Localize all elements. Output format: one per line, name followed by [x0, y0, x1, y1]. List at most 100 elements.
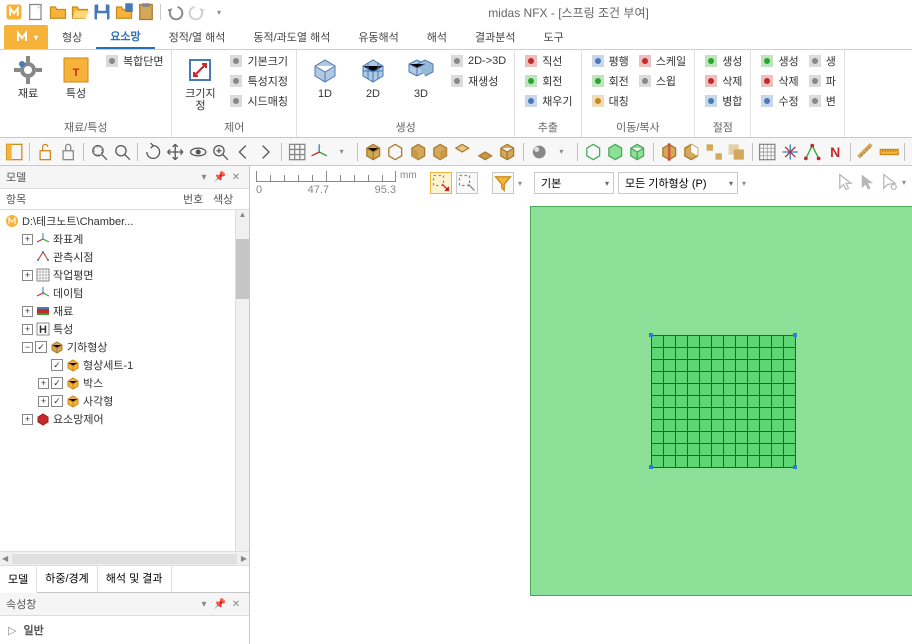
canvas-geometry[interactable]	[530, 206, 912, 596]
open-folder-icon[interactable]	[70, 2, 90, 22]
생성-button[interactable]: 생성	[701, 52, 744, 70]
mesh-node[interactable]	[793, 333, 797, 337]
tree-item-데이텀[interactable]: 데이텀	[2, 284, 247, 302]
expand-icon[interactable]: +	[22, 234, 33, 245]
tab-mesh[interactable]: 요소망	[96, 25, 154, 49]
복합단면-button[interactable]: 복합단면	[102, 52, 165, 70]
cursor2-icon[interactable]	[858, 172, 878, 192]
tree-item-좌표계[interactable]: +좌표계	[2, 230, 247, 248]
view-bottom-icon[interactable]	[475, 141, 495, 163]
삭제-button[interactable]: 삭제	[757, 72, 800, 90]
shade-icon[interactable]	[529, 141, 549, 163]
회전-button[interactable]: 회전	[588, 72, 631, 90]
2D-button[interactable]: 2D	[351, 52, 395, 102]
view-left-icon[interactable]	[408, 141, 428, 163]
tab-shape[interactable]: 형상	[48, 25, 96, 49]
수정-button[interactable]: 수정	[757, 92, 800, 110]
axis-dropdown-icon[interactable]: ▾	[331, 141, 351, 163]
1D-button[interactable]: 1D	[303, 52, 347, 102]
tab-tools[interactable]: 도구	[530, 25, 578, 49]
props-dropdown-icon[interactable]: ▾	[197, 597, 211, 611]
생-button[interactable]: 생	[805, 52, 838, 70]
expand-icon[interactable]: +	[22, 324, 33, 335]
app-icon[interactable]	[4, 2, 24, 22]
panel-close-icon[interactable]: ✕	[229, 170, 243, 184]
mesh-shrink-icon[interactable]	[780, 141, 800, 163]
open-icon[interactable]	[48, 2, 68, 22]
3D-button[interactable]: 3D	[399, 52, 443, 102]
tree-root[interactable]: D:\테크노트\Chamber...	[2, 212, 247, 230]
expand-icon[interactable]: +	[22, 270, 33, 281]
직선-button[interactable]: 직선	[521, 52, 574, 70]
viewport[interactable]: 0 47.7 95.3 mm ▾ 기본 모든 기하형상 (P) ▾ ▾	[250, 166, 912, 644]
measure-icon[interactable]	[856, 141, 876, 163]
props-pin-icon[interactable]: 📌	[213, 597, 227, 611]
tree-item-사각형[interactable]: +사각형	[2, 392, 247, 410]
view-right-icon[interactable]	[430, 141, 450, 163]
cursor3-icon[interactable]	[880, 172, 900, 192]
대칭-button[interactable]: 대칭	[588, 92, 631, 110]
mesh-node[interactable]	[649, 465, 653, 469]
tab-results[interactable]: 결과분석	[461, 25, 529, 49]
checkbox[interactable]	[35, 341, 47, 353]
explode-icon[interactable]	[704, 141, 724, 163]
scrollbar-thumb[interactable]	[236, 239, 249, 299]
재생성-button[interactable]: 재생성	[447, 72, 508, 90]
wire-shade-icon[interactable]	[627, 141, 647, 163]
lock-open-icon[interactable]	[35, 141, 55, 163]
tree-item-박스[interactable]: +박스	[2, 374, 247, 392]
tab-dynamic[interactable]: 동적/과도열 해석	[239, 25, 344, 49]
tab-analysis[interactable]: 해석	[413, 25, 461, 49]
특성-button[interactable]: T특성	[54, 52, 98, 102]
select-mode2-icon[interactable]	[456, 172, 478, 194]
canvas-mesh[interactable]	[651, 335, 795, 467]
mesh-vis-icon[interactable]	[757, 141, 777, 163]
삭제-button[interactable]: 삭제	[701, 72, 744, 90]
변-button[interactable]: 변	[805, 92, 838, 110]
tree-item-관측시점[interactable]: 관측시점	[2, 248, 247, 266]
toggle-panel-icon[interactable]	[4, 141, 24, 163]
save-icon[interactable]	[92, 2, 112, 22]
병합-button[interactable]: 병합	[701, 92, 744, 110]
expand-icon[interactable]: +	[38, 378, 49, 389]
panel-dropdown-icon[interactable]: ▾	[197, 170, 211, 184]
display-mode-dropdown[interactable]: 기본	[534, 172, 614, 194]
시드매칭-button[interactable]: 시드매칭	[226, 92, 289, 110]
tree-item-형상세트-1[interactable]: 형상세트-1	[2, 356, 247, 374]
2D->3D-button[interactable]: 2D->3D	[447, 52, 508, 70]
next-view-icon[interactable]	[255, 141, 275, 163]
grid-icon[interactable]	[287, 141, 307, 163]
geometry-filter-dropdown[interactable]: 모든 기하형상 (P)	[618, 172, 738, 194]
mesh-node[interactable]	[793, 465, 797, 469]
view-top-icon[interactable]	[452, 141, 472, 163]
rotate-view-icon[interactable]	[143, 141, 163, 163]
회전-button[interactable]: 회전	[521, 72, 574, 90]
label-icon[interactable]: N	[825, 141, 845, 163]
lock-closed-icon[interactable]	[58, 141, 78, 163]
paste-icon[interactable]	[136, 2, 156, 22]
shade-dropdown-icon[interactable]: ▾	[551, 141, 571, 163]
특성지정-button[interactable]: 특성지정	[226, 72, 289, 90]
재료-button[interactable]: 재료	[6, 52, 50, 102]
expand-icon[interactable]: +	[22, 414, 33, 425]
기본크기-button[interactable]: 기본크기	[226, 52, 289, 70]
mesh-node[interactable]	[649, 333, 653, 337]
wireframe-icon[interactable]	[583, 141, 603, 163]
save-as-icon[interactable]	[114, 2, 134, 22]
sidebar-tab-model[interactable]: 모델	[0, 567, 37, 593]
cursor-icon[interactable]	[836, 172, 856, 192]
hidden-line-icon[interactable]	[605, 141, 625, 163]
평행-button[interactable]: 평행	[588, 52, 631, 70]
tree-scrollbar[interactable]: ▲	[235, 210, 249, 551]
checkbox[interactable]	[51, 395, 63, 407]
axis-icon[interactable]	[309, 141, 329, 163]
pan-icon[interactable]	[165, 141, 185, 163]
파-button[interactable]: 파	[805, 72, 838, 90]
clip-icon[interactable]	[681, 141, 701, 163]
tree-item-재료[interactable]: +재료	[2, 302, 247, 320]
스윕-button[interactable]: 스윕	[635, 72, 688, 90]
panel-pin-icon[interactable]: 📌	[213, 170, 227, 184]
크기지정-button[interactable]: 크기지정	[178, 52, 222, 114]
tab-flow[interactable]: 유동해석	[344, 25, 412, 49]
채우기-button[interactable]: 채우기	[521, 92, 574, 110]
